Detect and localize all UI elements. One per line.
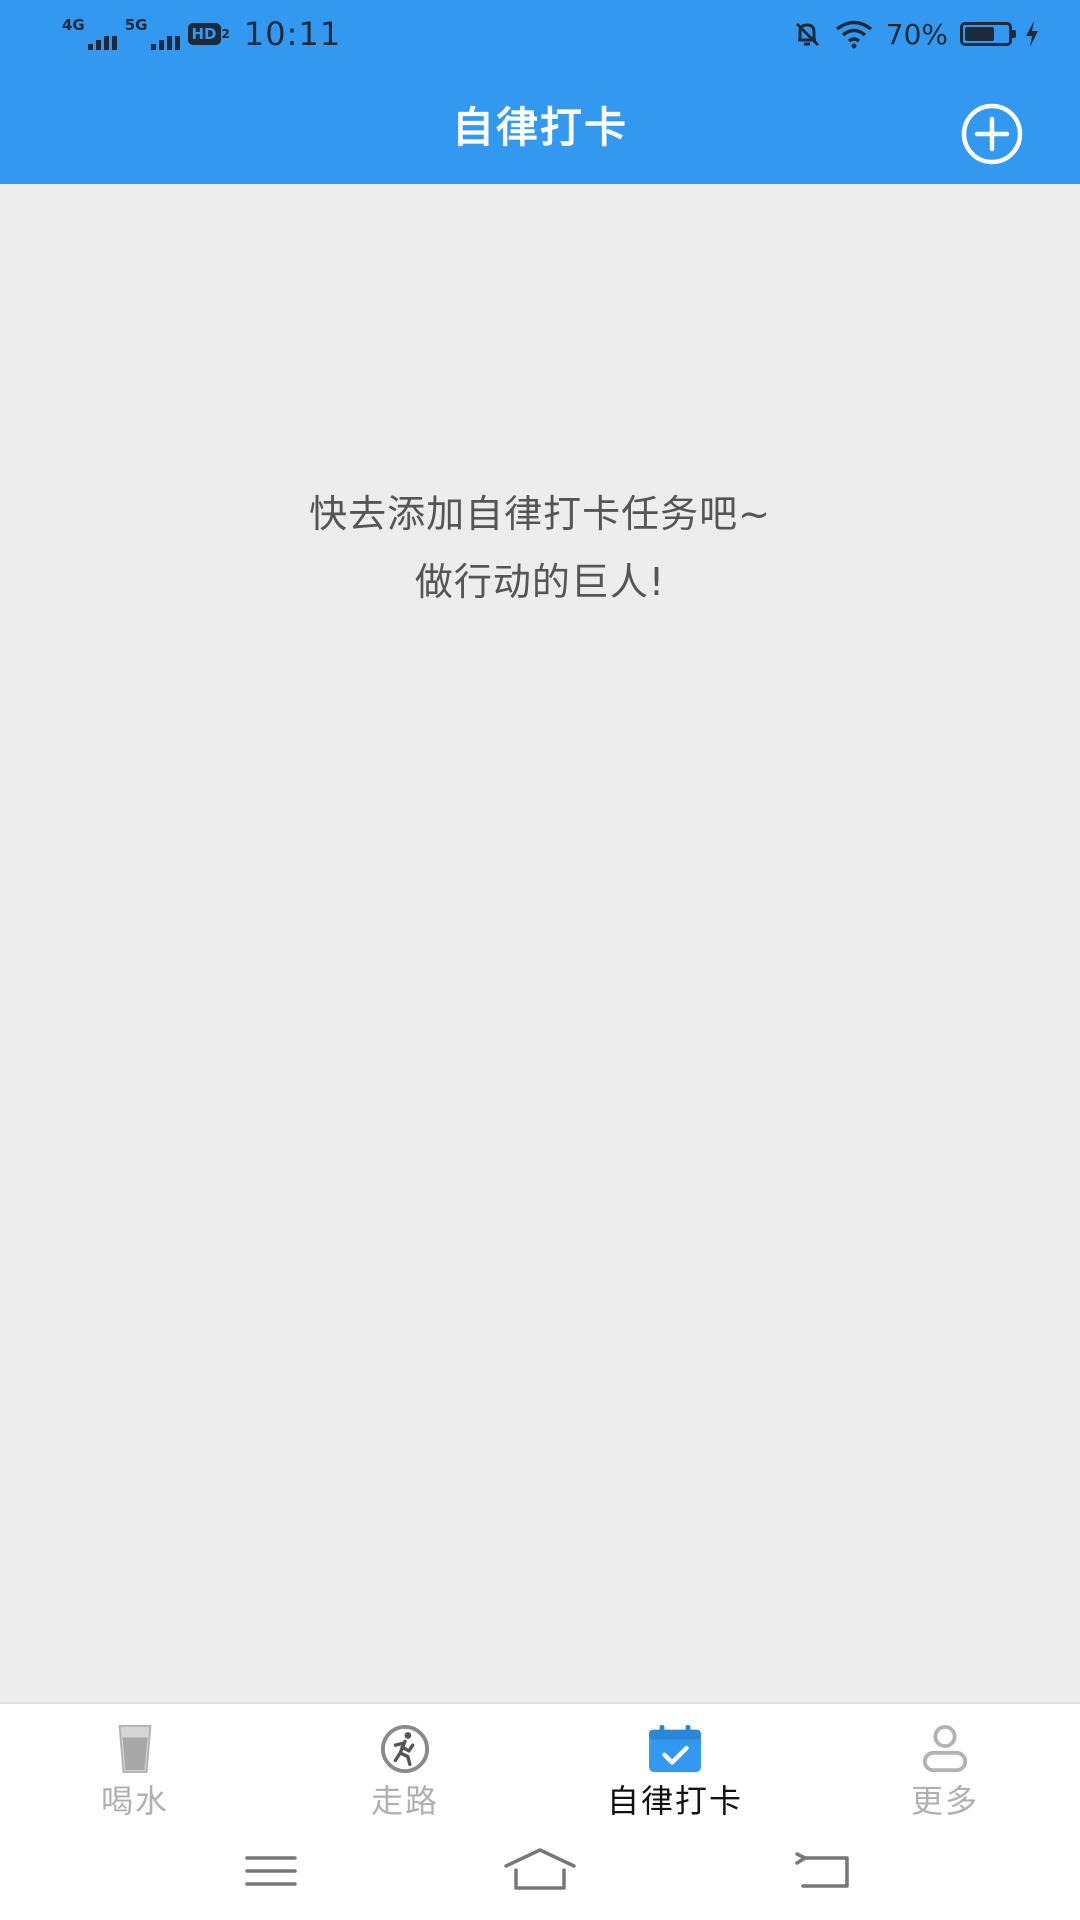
page-title: 自律打卡 [451, 103, 628, 152]
hd-sub-label: 2 [221, 27, 230, 41]
back-icon[interactable] [783, 1846, 863, 1896]
network-5g: 5G [125, 18, 180, 50]
empty-state-line2: 做行动的巨人! [414, 560, 666, 604]
water-cup-icon [118, 1724, 152, 1774]
battery-fill [965, 27, 995, 41]
calendar-check-icon [649, 1724, 701, 1773]
status-left: 4G 5G HD 2 10:11 [62, 10, 341, 58]
network-4g-label: 4G [62, 16, 85, 34]
hd-label: HD [187, 23, 221, 45]
battery-percent: 70% [885, 17, 948, 51]
network-5g-label: 5G [124, 16, 148, 34]
person-icon [922, 1724, 968, 1773]
empty-state-line1: 快去添加自律打卡任务吧~ [309, 492, 771, 536]
status-bar: 4G 5G HD 2 10:11 70% [0, 0, 1080, 68]
nav-item-water[interactable]: 喝水 [0, 1704, 270, 1822]
nav-item-walk[interactable]: 走路 [270, 1704, 540, 1822]
nav-label-walk: 走路 [370, 1782, 439, 1820]
battery-icon [960, 22, 1016, 46]
hd-icon: HD 2 [187, 23, 230, 45]
status-time: 10:11 [243, 15, 342, 53]
plus-circle-icon[interactable] [960, 102, 1024, 166]
nav-item-checkin[interactable]: 自律打卡 [540, 1704, 810, 1822]
empty-state: 快去添加自律打卡任务吧~ 做行动的巨人! [0, 480, 1080, 616]
home-icon[interactable] [500, 1846, 580, 1896]
network-4g: 4G [62, 18, 117, 50]
main-content: 快去添加自律打卡任务吧~ 做行动的巨人! [0, 184, 1080, 1702]
bottom-nav: 喝水 走路 自律打卡 更多 [0, 1702, 1080, 1822]
nav-item-more[interactable]: 更多 [810, 1704, 1080, 1822]
mute-bell-icon [795, 22, 819, 47]
signal-icon [150, 30, 180, 50]
menu-icon[interactable] [231, 1846, 311, 1896]
charging-icon [1026, 21, 1038, 47]
signal-icon [87, 30, 117, 50]
nav-label-water: 喝水 [100, 1782, 169, 1820]
system-nav-bar [0, 1820, 1080, 1920]
wifi-icon [835, 20, 872, 49]
walking-icon [380, 1724, 430, 1774]
status-right: 70% [792, 10, 1040, 58]
nav-label-more: 更多 [910, 1782, 979, 1820]
app-bar: 自律打卡 [0, 68, 1080, 184]
nav-label-checkin: 自律打卡 [606, 1782, 743, 1820]
